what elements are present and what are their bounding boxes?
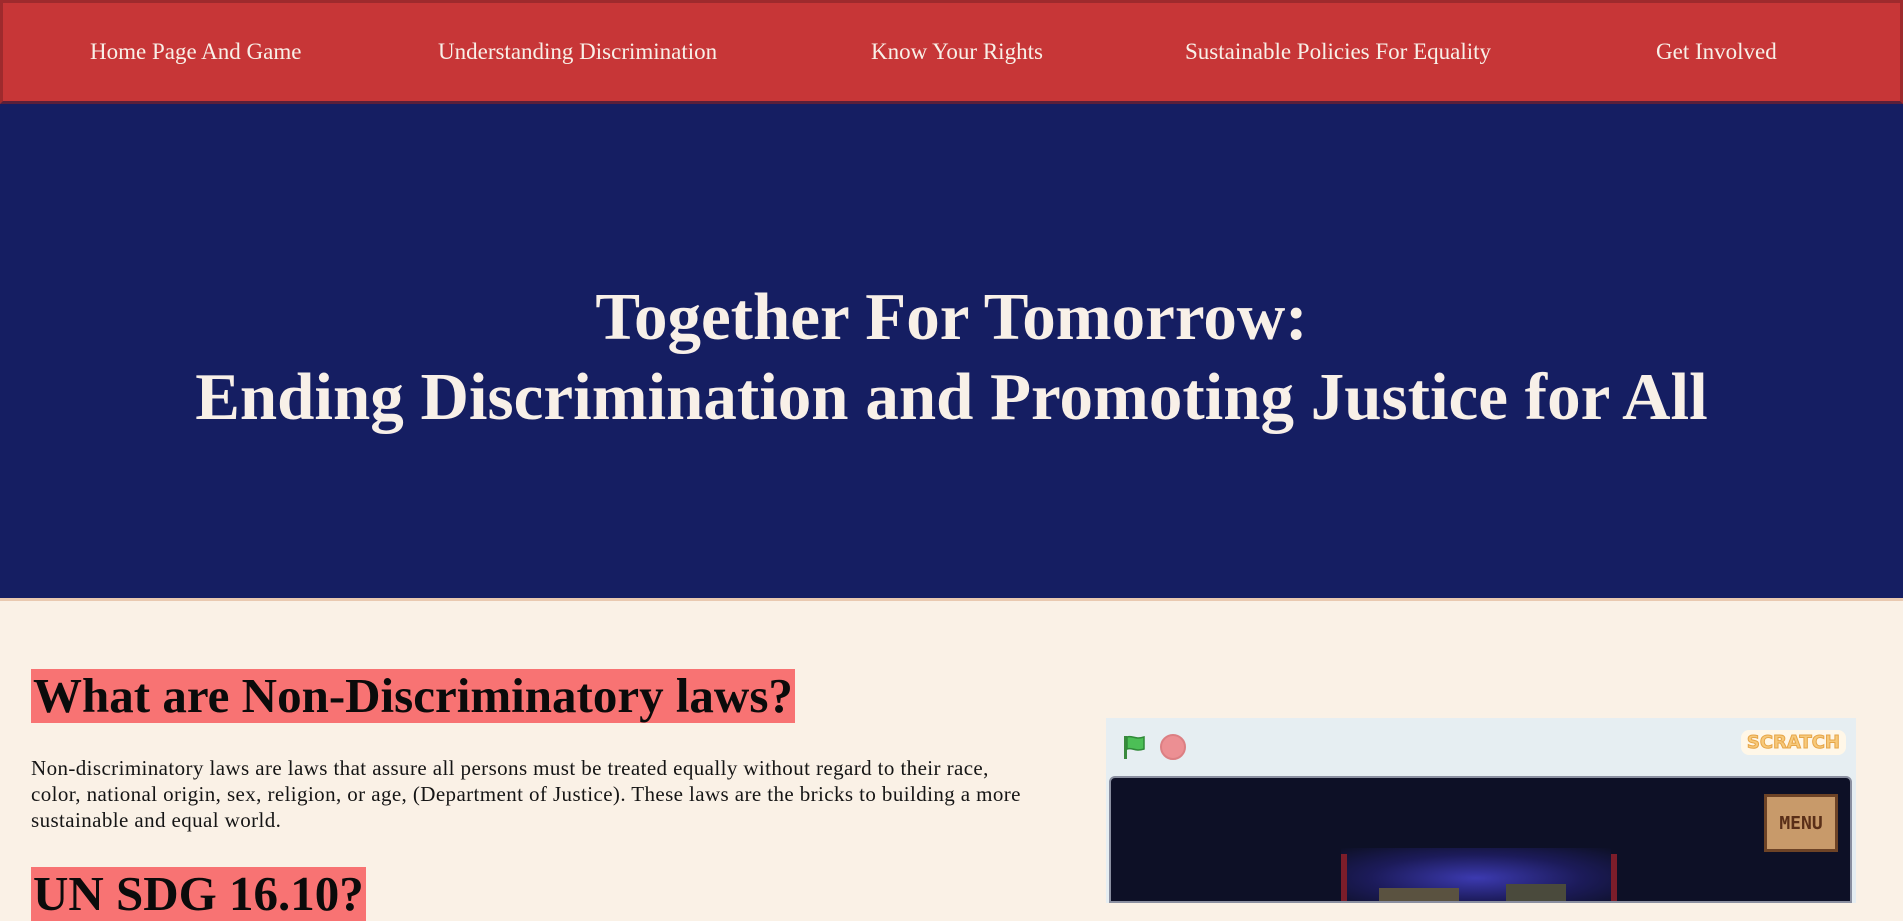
green-flag-icon[interactable] (1120, 733, 1148, 761)
nav-understanding-discrimination[interactable]: Understanding Discrimination (438, 39, 717, 65)
section-heading-non-discriminatory-laws: What are Non-Discriminatory laws? (31, 668, 795, 723)
hero-title-line2: Ending Discrimination and Promoting Just… (195, 360, 1708, 434)
stage-rock (1379, 888, 1459, 901)
scratch-logo[interactable]: SCRATCH (1740, 730, 1846, 755)
stage-pillar-left (1341, 854, 1347, 901)
scratch-stage[interactable]: MENU (1109, 776, 1852, 903)
hero-title: Together For Tomorrow: Ending Discrimina… (0, 277, 1903, 437)
scratch-controls-bar: SCRATCH (1106, 718, 1856, 775)
stop-icon[interactable] (1160, 734, 1186, 760)
hero-title-line1: Together For Tomorrow: (595, 280, 1308, 354)
section-heading-un-sdg: UN SDG 16.10? (31, 866, 366, 921)
nav-get-involved[interactable]: Get Involved (1656, 39, 1777, 65)
nav-know-your-rights[interactable]: Know Your Rights (871, 39, 1043, 65)
game-menu-button[interactable]: MENU (1764, 794, 1838, 852)
top-navigation: Home Page And Game Understanding Discrim… (0, 0, 1903, 104)
nav-home-page-and-game[interactable]: Home Page And Game (90, 39, 301, 65)
section-paragraph-non-discriminatory-laws: Non-discriminatory laws are laws that as… (31, 756, 1021, 832)
scratch-game-player: SCRATCH MENU (1106, 718, 1856, 903)
hero-banner: Together For Tomorrow: Ending Discrimina… (0, 104, 1903, 601)
nav-sustainable-policies[interactable]: Sustainable Policies For Equality (1185, 39, 1491, 65)
stage-pillar-right (1611, 854, 1617, 901)
stage-rock (1506, 884, 1566, 901)
main-content: What are Non-Discriminatory laws? Non-di… (0, 601, 1903, 921)
